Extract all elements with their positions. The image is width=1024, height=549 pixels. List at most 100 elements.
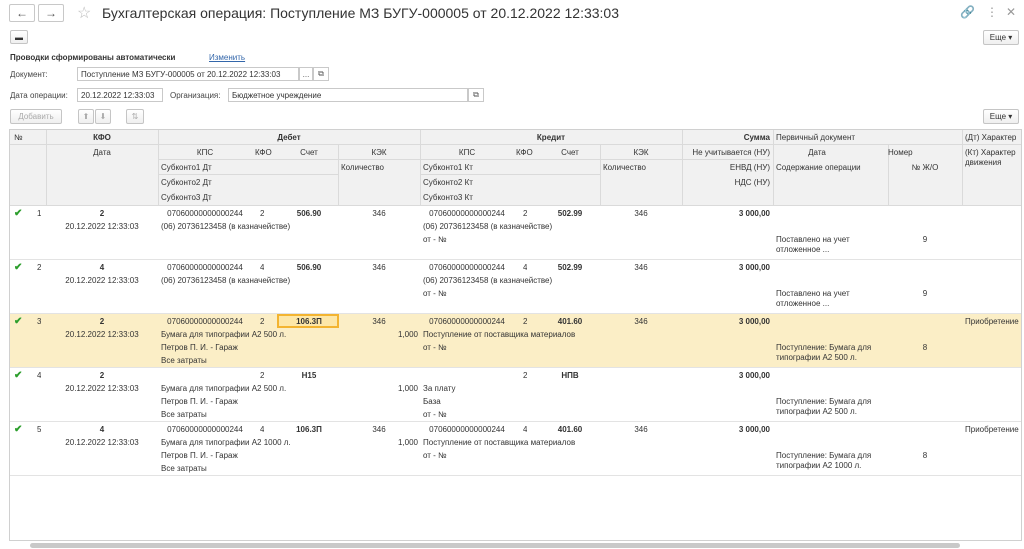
col-pd-number[interactable]: Номер (888, 148, 913, 157)
col-kt-sub2[interactable]: Субконто2 Кт (423, 178, 473, 187)
cell-dt-kps[interactable]: 07060000000000244 (158, 317, 252, 326)
cell-kt-sub1[interactable]: Поступление от поставщика материалов (423, 438, 575, 447)
cell-date[interactable]: 20.12.2022 12:33:03 (46, 276, 158, 285)
col-primary-doc[interactable]: Первичный документ (776, 133, 855, 142)
col-kt-sub1[interactable]: Субконто1 Кт (423, 163, 473, 172)
cell-kt-sub2[interactable]: от - № (423, 289, 447, 298)
table-row[interactable]: ✔ 4 2 20.12.2022 12:33:03 2 Н15 Бумага для тип… (10, 368, 1021, 422)
cell-num[interactable]: 4 (37, 371, 41, 380)
col-kt-kps[interactable]: КПС (420, 148, 514, 157)
cell-dt-sub1[interactable]: (06) 20736123458 (в казначействе) (161, 222, 290, 231)
cell-kt-kek[interactable]: 346 (600, 263, 682, 272)
more-button-top[interactable]: Еще ▾ (983, 30, 1019, 45)
cell-kt-acc[interactable]: 401.60 (540, 317, 600, 326)
cell-dt-sub3[interactable]: Все затраты (161, 464, 207, 473)
change-link[interactable]: Изменить (209, 53, 245, 62)
cell-kt-kek[interactable]: 346 (600, 425, 682, 434)
cell-kt-sub1[interactable]: (06) 20736123458 (в казначействе) (423, 222, 552, 231)
date-field[interactable]: 20.12.2022 12:33:03 (77, 88, 163, 102)
col-kfo[interactable]: КФО (46, 133, 158, 142)
col-journal[interactable]: № Ж/О (888, 163, 962, 172)
cell-date[interactable]: 20.12.2022 12:33:03 (46, 222, 158, 231)
table-row[interactable]: ✔ 3 2 20.12.2022 12:33:03 07060000000000244 2… (10, 314, 1021, 368)
col-kt-account[interactable]: Счет (540, 148, 600, 157)
cell-kt-sub2[interactable]: База (423, 397, 441, 406)
cell-dt-kps[interactable]: 07060000000000244 (158, 425, 252, 434)
col-kt-qty[interactable]: Количество (603, 163, 646, 172)
org-open-icon[interactable]: ⧉ (468, 88, 484, 102)
table-row[interactable]: ✔ 1 2 20.12.2022 12:33:03 07060000000000244 2… (10, 206, 1021, 260)
cell-kt-kfo[interactable]: 4 (523, 425, 527, 434)
cell-dt-acc[interactable]: 506.90 (280, 209, 338, 218)
cell-dt-sub1[interactable]: (06) 20736123458 (в казначействе) (161, 276, 290, 285)
post-button[interactable]: ▬ (10, 30, 28, 44)
cell-content[interactable]: Поступление: Бумага для типографии А2 50… (776, 397, 886, 417)
cell-dt-sub2[interactable]: Петров П. И. - Гараж (161, 397, 238, 406)
cell-dt-sub3[interactable]: Все затраты (161, 356, 207, 365)
cell-sum[interactable]: 3 000,00 (682, 263, 770, 272)
cell-sum[interactable]: 3 000,00 (682, 209, 770, 218)
cell-kfo[interactable]: 4 (46, 425, 158, 434)
cell-dt-acc[interactable]: 506.90 (280, 263, 338, 272)
cell-journal[interactable]: 9 (888, 289, 962, 298)
cell-char[interactable]: Приобретение (965, 425, 1019, 434)
move-up-button[interactable]: ⬆ (78, 109, 94, 124)
col-pd-date[interactable]: Дата (773, 148, 861, 157)
col-dt-sub2[interactable]: Субконто2 Дт (161, 178, 212, 187)
cell-dt-kek[interactable]: 346 (338, 425, 420, 434)
col-not-tax[interactable]: Не учитывается (НУ) (682, 148, 770, 157)
link-icon[interactable]: 🔗 (960, 5, 975, 19)
back-button[interactable]: ← (9, 4, 35, 22)
cell-kt-sub2[interactable]: от - № (423, 235, 447, 244)
cell-dt-acc[interactable]: Н15 (280, 371, 338, 380)
cell-kt-sub1[interactable]: За плату (423, 384, 456, 393)
cell-content[interactable]: Поступление: Бумага для типографии А2 10… (776, 451, 886, 471)
cell-dt-qty[interactable]: 1,000 (338, 384, 418, 393)
col-content[interactable]: Содержание операции (776, 163, 861, 172)
cell-kt-kek[interactable]: 346 (600, 317, 682, 326)
col-dt-char[interactable]: (Дт) Характер (965, 133, 1016, 142)
org-field[interactable]: Бюджетное учреждение (228, 88, 468, 102)
cell-dt-kek[interactable]: 346 (338, 317, 420, 326)
cell-dt-acc[interactable]: 106.3П (280, 425, 338, 434)
document-select-button[interactable]: ... (299, 67, 313, 81)
cell-dt-kps[interactable]: 07060000000000244 (158, 209, 252, 218)
cell-dt-qty[interactable]: 1,000 (338, 330, 418, 339)
favorite-star-icon[interactable]: ☆ (77, 3, 91, 23)
cell-kt-kps[interactable]: 07060000000000244 (420, 317, 514, 326)
cell-num[interactable]: 2 (37, 263, 41, 272)
cell-sum[interactable]: 3 000,00 (682, 371, 770, 380)
col-dt-account[interactable]: Счет (280, 148, 338, 157)
col-kt-sub3[interactable]: Субконто3 Кт (423, 193, 473, 202)
cell-kt-sub1[interactable]: (06) 20736123458 (в казначействе) (423, 276, 552, 285)
cell-kfo[interactable]: 2 (46, 317, 158, 326)
cell-dt-qty[interactable]: 1,000 (338, 438, 418, 447)
cell-dt-sub3[interactable]: Все затраты (161, 410, 207, 419)
cell-kt-acc[interactable]: 502.99 (540, 263, 600, 272)
cell-kt-kps[interactable]: 07060000000000244 (420, 263, 514, 272)
col-debit[interactable]: Дебет (158, 133, 420, 142)
more-button-table[interactable]: Еще ▾ (983, 109, 1019, 124)
cell-kfo[interactable]: 2 (46, 371, 158, 380)
cell-content[interactable]: Поставлено на учет отложенное ... (776, 289, 886, 309)
col-num[interactable]: № (14, 133, 23, 142)
cell-kt-sub2[interactable]: от - № (423, 451, 447, 460)
col-dt-kek[interactable]: КЭК (338, 148, 420, 157)
cell-date[interactable]: 20.12.2022 12:33:03 (46, 330, 158, 339)
cell-num[interactable]: 1 (37, 209, 41, 218)
document-field[interactable]: Поступление МЗ БУГУ-000005 от 20.12.2022… (77, 67, 299, 81)
cell-dt-kfo[interactable]: 4 (260, 263, 264, 272)
cell-dt-kfo[interactable]: 2 (260, 317, 264, 326)
cell-dt-acc[interactable]: 106.3П (280, 317, 338, 326)
col-dt-sub1[interactable]: Субконто1 Дт (161, 163, 212, 172)
cell-kt-sub1[interactable]: Поступление от поставщика материалов (423, 330, 575, 339)
horizontal-scrollbar[interactable] (30, 543, 960, 548)
table-row[interactable]: ✔ 5 4 20.12.2022 12:33:03 07060000000000244 4… (10, 422, 1021, 476)
cell-journal[interactable]: 9 (888, 235, 962, 244)
cell-dt-kek[interactable]: 346 (338, 209, 420, 218)
cell-kt-kfo[interactable]: 2 (523, 371, 527, 380)
cell-dt-kek[interactable]: 346 (338, 263, 420, 272)
cell-dt-sub1[interactable]: Бумага для типографии А2 1000 л. (161, 438, 291, 447)
col-dt-kps[interactable]: КПС (158, 148, 252, 157)
cell-kt-sub2[interactable]: от - № (423, 343, 447, 352)
